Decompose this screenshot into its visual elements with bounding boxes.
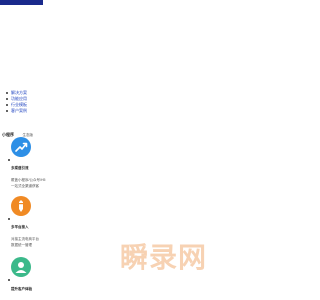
feature-bullet	[8, 279, 10, 281]
top-accent-bar	[0, 0, 43, 5]
arrow-chart-icon	[11, 137, 31, 157]
feature-description-line: 数据统一管理	[11, 242, 32, 247]
watermark-logo: 瞬录网	[120, 241, 208, 274]
feature-description: 覆盖小程序/公众号/H5 一站式全渠道获客	[11, 178, 45, 189]
nav-link-cases[interactable]: 客户案例	[6, 108, 27, 114]
pencil-icon	[11, 196, 31, 216]
user-icon	[11, 257, 31, 277]
feature-description-line: 对接主流电商平台	[11, 237, 39, 241]
feature-description-line: 覆盖小程序/公众号/H5	[11, 178, 46, 182]
feature-title: 多渠道引流	[11, 166, 29, 170]
feature-title: 多平台接入	[11, 225, 29, 229]
feature-title: 提升客户体验	[11, 287, 32, 291]
feature-bullet	[8, 159, 10, 161]
feature-bullet	[8, 218, 10, 220]
nav-list: 解决方案 功能应用 行业模板 客户案例	[6, 90, 27, 114]
feature-description-line: 一站式全渠道获客	[11, 183, 39, 188]
feature-description: 对接主流电商平台 数据统一管理	[11, 237, 39, 248]
